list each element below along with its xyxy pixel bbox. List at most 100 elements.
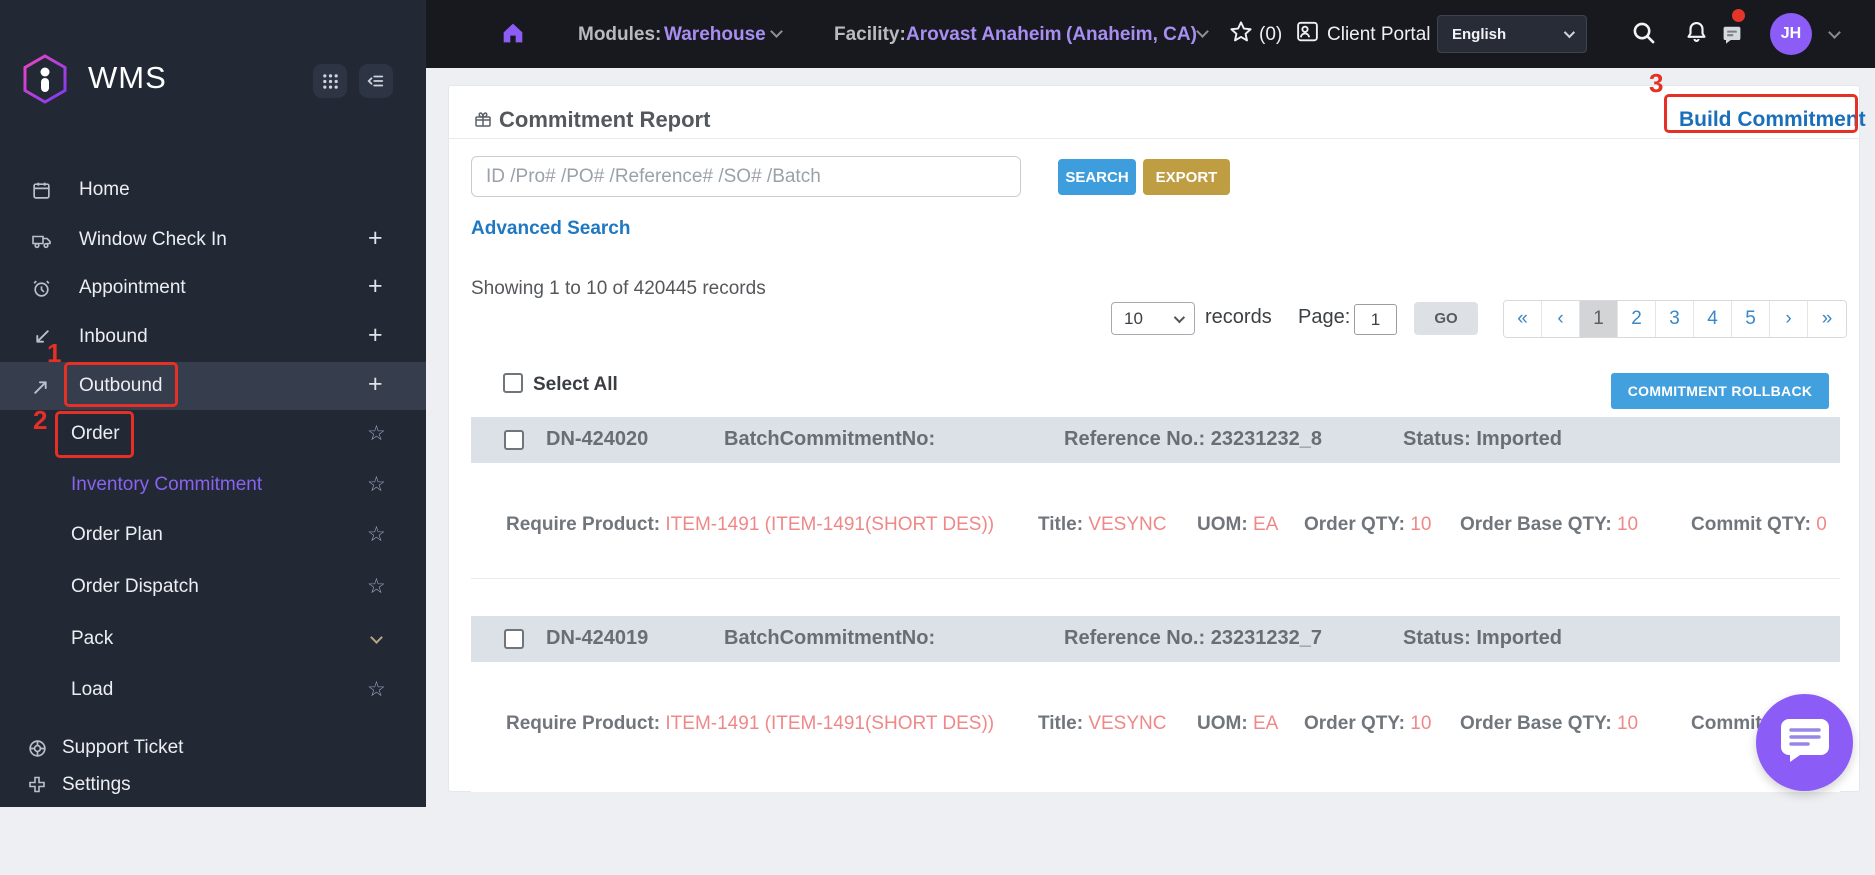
facility-label: Facility:	[834, 24, 906, 45]
plus-icon[interactable]: +	[368, 370, 383, 399]
title-field: Title: VESYNC	[1038, 713, 1167, 734]
search-button[interactable]: SEARCH	[1058, 159, 1136, 195]
record-header: DN-424019 BatchCommitmentNo: Reference N…	[471, 616, 1840, 662]
chevron-down-icon[interactable]	[770, 25, 783, 38]
lifebuoy-icon	[27, 737, 51, 759]
annotation-box-1	[64, 362, 178, 407]
home-icon[interactable]	[501, 20, 525, 51]
status-badge: Status: Imported	[1403, 428, 1562, 450]
commit-qty-field: Commit QTY: 0	[1691, 514, 1827, 535]
grid-apps-button[interactable]	[313, 64, 347, 98]
sidebar-item-settings[interactable]: Settings	[0, 761, 426, 809]
chevron-down-icon[interactable]	[1196, 25, 1209, 38]
favorite-star-icon[interactable]: ☆	[367, 574, 386, 599]
page-title: Commitment Report	[499, 107, 711, 132]
pagination-last[interactable]: »	[1808, 301, 1846, 337]
commitment-report-card: Commitment Report Build Commitment SEARC…	[448, 85, 1866, 792]
sidebar-item-order-dispatch[interactable]: Order Dispatch ☆	[0, 563, 426, 611]
language-select[interactable]: English	[1437, 15, 1587, 53]
batch-commitment-label: BatchCommitmentNo:	[724, 428, 936, 450]
sidebar-item-load[interactable]: Load ☆	[0, 666, 426, 714]
client-portal-link[interactable]: Client Portal	[1327, 24, 1431, 46]
divider	[471, 578, 1840, 579]
order-base-qty-field: Order Base QTY: 10	[1460, 713, 1639, 734]
bell-icon[interactable]	[1684, 19, 1709, 50]
sidebar-item-order-plan[interactable]: Order Plan ☆	[0, 511, 426, 559]
chat-widget-button[interactable]	[1756, 694, 1853, 791]
search-icon[interactable]	[1631, 20, 1657, 51]
facility-name[interactable]: Arovast Anaheim	[906, 24, 1062, 46]
reference-no: Reference No.: 23231232_8	[1064, 428, 1322, 450]
records-per-page-select[interactable]: 10	[1111, 302, 1195, 335]
chat-bubble-icon	[1778, 715, 1832, 770]
export-button[interactable]: EXPORT	[1143, 159, 1230, 195]
commitment-rollback-button[interactable]: COMMITMENT ROLLBACK	[1611, 373, 1829, 409]
divider	[449, 138, 1859, 139]
user-avatar[interactable]: JH	[1770, 13, 1812, 55]
settings-dpad-icon	[27, 774, 51, 796]
top-navbar: Modules: Warehouse Facility: Arovast Ana…	[426, 0, 1875, 68]
title-field: Title: VESYNC	[1038, 514, 1167, 535]
pagination-page-1[interactable]: 1	[1580, 301, 1618, 337]
plus-icon[interactable]: +	[368, 224, 383, 253]
message-icon[interactable]	[1720, 22, 1744, 51]
calendar-icon	[31, 179, 55, 201]
reference-no: Reference No.: 23231232_7	[1064, 627, 1322, 649]
gift-icon	[473, 109, 493, 134]
favorite-star-icon[interactable]: ☆	[367, 472, 386, 497]
facility-location[interactable]: (Anaheim, CA)	[1066, 24, 1197, 46]
require-product-field: Require Product: ITEM-1491 (ITEM-1491(SH…	[506, 514, 995, 535]
outbound-arrow-icon	[31, 375, 55, 397]
sidebar-item-pack[interactable]: Pack	[0, 615, 426, 663]
pagination-next[interactable]: ›	[1770, 301, 1808, 337]
pagination-prev[interactable]: ‹	[1542, 301, 1580, 337]
record-row: DN-424020 BatchCommitmentNo: Reference N…	[471, 417, 1840, 579]
annotation-number-1: 1	[47, 338, 62, 368]
status-badge: Status: Imported	[1403, 627, 1562, 649]
sidebar-item-home[interactable]: Home	[0, 166, 426, 214]
pagination-page-5[interactable]: 5	[1732, 301, 1770, 337]
chevron-down-icon	[1563, 26, 1576, 39]
select-all-checkbox[interactable]	[503, 373, 523, 393]
chevron-down-icon[interactable]	[1828, 26, 1841, 39]
modules-label: Modules:	[578, 24, 662, 45]
go-button[interactable]: GO	[1414, 302, 1478, 335]
sidebar-item-inventory-commitment[interactable]: Inventory Commitment ☆	[0, 461, 426, 509]
chevron-down-icon	[1173, 311, 1186, 323]
chevron-down-icon[interactable]	[370, 631, 383, 644]
pagination-first[interactable]: «	[1504, 301, 1542, 337]
dn-number: DN-424020	[546, 428, 649, 450]
sidebar-item-appointment[interactable]: Appointment +	[0, 264, 426, 312]
favorites-count: (0)	[1259, 24, 1283, 45]
main-content: Commitment Report Build Commitment SEARC…	[426, 68, 1875, 807]
collapse-sidebar-button[interactable]	[359, 64, 393, 98]
dn-number: DN-424019	[546, 627, 649, 649]
pagination-page-4[interactable]: 4	[1694, 301, 1732, 337]
client-portal-icon[interactable]	[1295, 19, 1320, 49]
annotation-number-2: 2	[33, 405, 48, 435]
plus-icon[interactable]: +	[368, 272, 383, 301]
truck-clock-icon	[31, 229, 55, 251]
uom-field: UOM: EA	[1197, 713, 1279, 734]
annotation-number-3: 3	[1649, 68, 1664, 98]
advanced-search-link[interactable]: Advanced Search	[471, 218, 630, 240]
alarm-clock-icon	[31, 277, 55, 299]
sidebar-item-window-check-in[interactable]: Window Check In +	[0, 216, 426, 264]
order-qty-field: Order QTY: 10	[1304, 713, 1432, 734]
favorites-star-icon[interactable]	[1229, 20, 1253, 49]
pagination-page-2[interactable]: 2	[1618, 301, 1656, 337]
favorite-star-icon[interactable]: ☆	[367, 677, 386, 702]
sidebar-item-inbound[interactable]: Inbound +	[0, 313, 426, 361]
pagination: « ‹ 1 2 3 4 5 › »	[1503, 300, 1847, 338]
record-checkbox[interactable]	[504, 629, 524, 649]
favorite-star-icon[interactable]: ☆	[367, 421, 386, 446]
plus-icon[interactable]: +	[368, 321, 383, 350]
search-input[interactable]	[471, 156, 1021, 197]
record-checkbox[interactable]	[504, 430, 524, 450]
favorite-star-icon[interactable]: ☆	[367, 522, 386, 547]
showing-records-text: Showing 1 to 10 of 420445 records	[471, 278, 766, 299]
page-number-input[interactable]	[1354, 304, 1397, 335]
modules-value[interactable]: Warehouse	[664, 24, 766, 46]
record-header: DN-424020 BatchCommitmentNo: Reference N…	[471, 417, 1840, 463]
pagination-page-3[interactable]: 3	[1656, 301, 1694, 337]
